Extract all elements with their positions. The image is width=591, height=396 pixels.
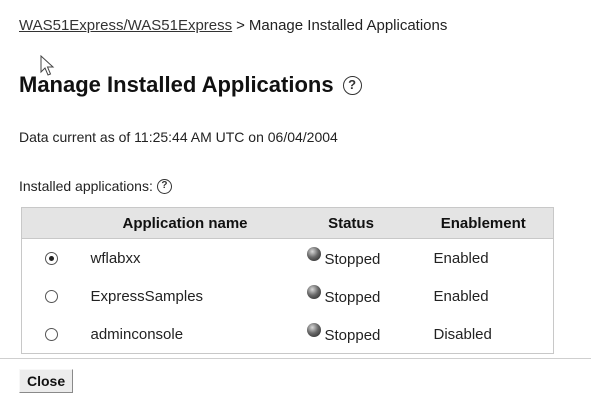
installed-apps-table: Application name Status Enablement wflab… (21, 207, 554, 354)
column-header-app-name[interactable]: Application name (81, 207, 289, 239)
button-bar: Close (0, 358, 591, 396)
select-cell (22, 277, 82, 315)
status-cell: Stopped (289, 277, 414, 315)
row-select-radio[interactable] (45, 290, 59, 304)
table-row[interactable]: adminconsole Stopped Disabled (22, 315, 554, 354)
column-header-select (21, 207, 82, 239)
status-indicator: Stopped (306, 246, 381, 269)
row-select-radio[interactable] (45, 328, 59, 342)
status-text: Stopped (324, 289, 381, 307)
page-help-icon[interactable]: ? (342, 75, 362, 95)
column-header-enablement[interactable]: Enablement (413, 207, 554, 239)
table-help-icon[interactable]: ? (156, 178, 172, 194)
app-name-cell: adminconsole (90, 325, 184, 343)
status-cell: Stopped (289, 315, 414, 354)
column-header-status[interactable]: Status (288, 207, 414, 239)
table-header-row: Application name Status Enablement (21, 207, 554, 239)
manage-applications-page: WAS51Express/WAS51Express > Manage Install… (0, 0, 591, 396)
page-title-row: Manage Installed Applications ? (19, 72, 362, 98)
enablement-cell: Disabled (433, 325, 492, 343)
row-select-radio[interactable] (45, 252, 59, 266)
stopped-status-icon (306, 284, 321, 299)
data-timestamp: Data current as of 11:25:44 AM UTC on 06… (19, 129, 338, 145)
stopped-status-icon (306, 322, 321, 337)
select-cell (22, 315, 82, 354)
mouse-pointer-icon (40, 55, 55, 76)
status-text: Stopped (324, 327, 381, 345)
table-row[interactable]: ExpressSamples Stopped Enabled (22, 277, 554, 315)
enablement-cell: Enabled (433, 249, 489, 267)
breadcrumb-server-link[interactable]: WAS51Express/WAS51Express (19, 17, 232, 34)
table-caption-row: Installed applications: ? (19, 178, 172, 194)
status-indicator: Stopped (306, 284, 381, 307)
table-row[interactable]: wflabxx Stopped Enabled (22, 239, 554, 278)
select-cell (22, 239, 82, 278)
status-indicator: Stopped (306, 322, 381, 345)
app-name-cell: ExpressSamples (90, 287, 204, 305)
stopped-status-icon (306, 246, 321, 261)
app-name-cell: wflabxx (90, 249, 141, 267)
status-text: Stopped (324, 251, 381, 269)
breadcrumb: WAS51Express/WAS51Express > Manage Install… (19, 17, 447, 34)
breadcrumb-separator: > (236, 17, 245, 34)
page-title: Manage Installed Applications (19, 72, 334, 97)
status-cell: Stopped (289, 239, 414, 278)
breadcrumb-current: Manage Installed Applications (248, 17, 448, 34)
close-button[interactable]: Close (19, 369, 74, 393)
table-caption: Installed applications: (19, 178, 153, 194)
enablement-cell: Enabled (433, 287, 489, 305)
